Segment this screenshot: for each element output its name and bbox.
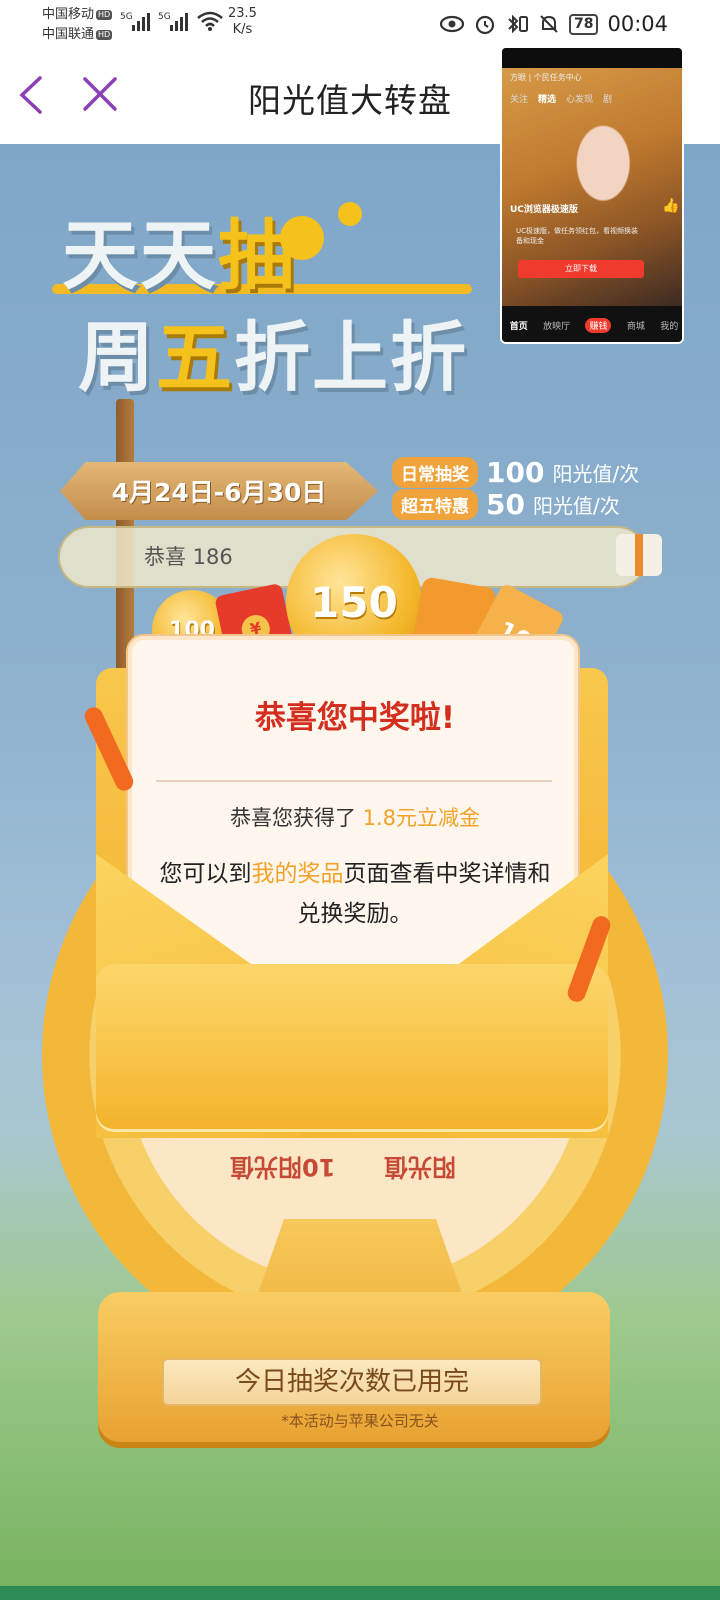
prize-amount-line: 恭喜您获得了 1.8元立减金 bbox=[229, 806, 481, 830]
net-speed: 23.5 K/s bbox=[228, 6, 257, 37]
my-prizes-link[interactable]: 我的奖品 bbox=[252, 861, 344, 887]
prize-instructions: 您可以到我的奖品页面查看中奖详情和兑换奖励。 bbox=[159, 861, 551, 927]
rule-tag: 日常抽奖 bbox=[392, 457, 478, 488]
pip-bottom-nav: 首页 放映厅 赚钱 商城 我的 bbox=[502, 306, 682, 342]
wheel-segment-label: 10阳光值 bbox=[230, 1153, 336, 1181]
bottom-strip bbox=[0, 1586, 720, 1600]
hero-title-line1: 天天抽 bbox=[62, 211, 296, 300]
bluetooth-vibrate-icon bbox=[508, 14, 528, 34]
pip-search-bar: 方眼 | 个民任务中心 bbox=[510, 73, 582, 82]
svg-text:5G: 5G bbox=[158, 12, 171, 22]
carrier-2: 中国联通 bbox=[42, 27, 95, 42]
pip-tabs: 关注 精选 心发现 剧 bbox=[510, 92, 680, 105]
battery-icon: 78 bbox=[568, 13, 599, 35]
status-bar: 中国移动 HD 中国联通 HD 5G 5G 23.5 K/s 78 00:04 bbox=[0, 0, 720, 50]
signal-icon-2: 5G bbox=[158, 12, 188, 31]
carrier-1: 中国移动 bbox=[42, 7, 95, 22]
gift-box-icon[interactable] bbox=[616, 534, 662, 576]
carrier-info: 中国移动 HD 中国联通 HD bbox=[42, 5, 113, 45]
hero-title-line2: 周五折上折 bbox=[78, 313, 468, 402]
pip-caption: UC浏览器极速版 bbox=[510, 205, 578, 215]
rule-daily: 日常抽奖 100 阳光值/次 bbox=[392, 456, 639, 489]
prize-title: 恭喜您中奖啦! bbox=[254, 700, 456, 736]
date-sign: 4月24日-6月30日 bbox=[60, 462, 378, 520]
prize-amount: 1.8元立减金 bbox=[362, 806, 481, 830]
signal-icon: 5G bbox=[120, 12, 150, 31]
sun-decoration-icon bbox=[280, 202, 362, 260]
rule-amount: 50 bbox=[486, 488, 525, 521]
hd-badge: HD bbox=[96, 9, 113, 20]
pip-tab: 剧 bbox=[603, 95, 613, 105]
envelope-front bbox=[96, 964, 608, 1132]
clock: 00:04 bbox=[607, 12, 668, 36]
pip-tab: 心发现 bbox=[566, 95, 594, 105]
status-icons: 78 00:04 bbox=[439, 10, 668, 38]
pip-tip: UC极速版，做任务领红包，看视频换装备和现金 bbox=[516, 227, 639, 245]
divider bbox=[156, 780, 552, 782]
eye-icon bbox=[439, 15, 465, 33]
pip-tab-active: 精选 bbox=[538, 95, 557, 105]
pip-topbar bbox=[502, 48, 682, 68]
disclaimer: *本活动与苹果公司无关 bbox=[281, 1412, 439, 1430]
floating-video-window[interactable]: 方眼 | 个民任务中心 关注 精选 心发现 剧 👍 UC浏览器极速版 UC极速版… bbox=[500, 46, 684, 344]
mute-bell-icon bbox=[540, 15, 558, 33]
like-icon: 👍 bbox=[662, 198, 680, 214]
wheel-segment-label-2: 阳光值 bbox=[384, 1153, 456, 1181]
svg-text:5G: 5G bbox=[120, 12, 133, 22]
draw-status-button[interactable]: 今日抽奖次数已用完 bbox=[162, 1358, 542, 1406]
rule-unit: 阳光值/次 bbox=[532, 494, 620, 518]
pip-download-button: 立即下载 bbox=[518, 260, 644, 278]
alarm-icon bbox=[475, 15, 495, 35]
rule-tag: 超五特惠 bbox=[392, 489, 478, 520]
rule-unit: 阳光值/次 bbox=[552, 462, 640, 486]
rule-amount: 100 bbox=[486, 456, 545, 489]
hd-badge-2: HD bbox=[96, 29, 113, 40]
lottery-game-area: 天天抽 周五折上折 4月24日-6月30日 日常抽奖 100 阳光值/次 超五特… bbox=[0, 144, 720, 1586]
wifi-icon bbox=[197, 11, 223, 31]
pip-tab: 关注 bbox=[510, 95, 529, 105]
rule-friday: 超五特惠 50 阳光值/次 bbox=[392, 488, 620, 521]
